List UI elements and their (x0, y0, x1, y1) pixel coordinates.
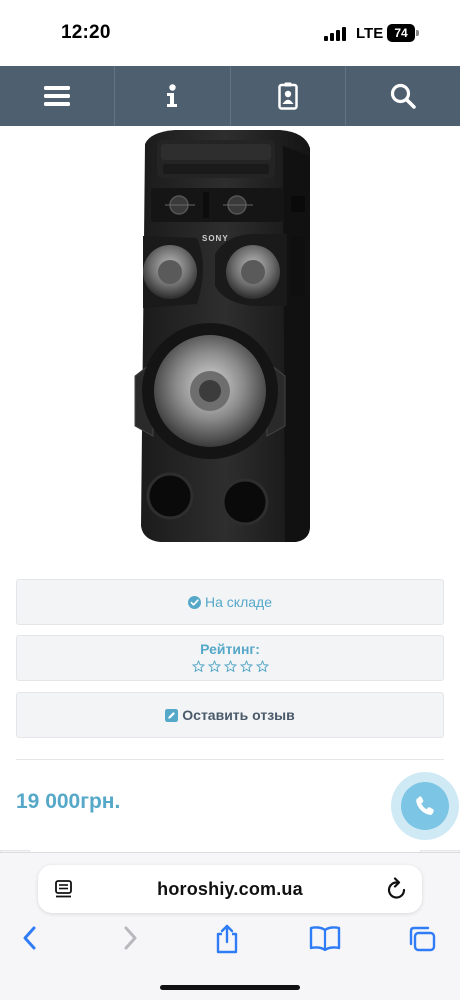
search-icon (390, 83, 416, 109)
leave-review-label: Оставить отзыв (182, 707, 295, 723)
home-indicator (160, 985, 300, 990)
info-button[interactable] (115, 66, 231, 126)
star-icon (223, 660, 237, 673)
stock-status-label: На складе (205, 594, 272, 610)
leave-review-button[interactable]: Оставить отзыв (16, 692, 444, 738)
contact-card-icon (277, 82, 298, 110)
menu-icon (44, 86, 71, 106)
signal-icon (324, 27, 346, 41)
edit-icon (165, 708, 179, 722)
star-icon (207, 660, 221, 673)
address-bar[interactable]: horoshiy.com.ua (38, 865, 422, 913)
url-text: horoshiy.com.ua (157, 879, 303, 899)
contacts-button[interactable] (231, 66, 346, 126)
status-time: 12:20 (61, 22, 111, 43)
share-icon[interactable] (214, 923, 240, 955)
menu-button[interactable] (0, 66, 116, 126)
search-button[interactable] (346, 66, 460, 126)
browser-nav (0, 923, 460, 963)
bookmarks-icon[interactable] (309, 925, 341, 951)
product-price: 19 000грн. (16, 790, 121, 813)
battery-icon: 74 (387, 24, 419, 42)
top-navbar (0, 66, 460, 126)
star-icon (239, 660, 253, 673)
rating-box: Рейтинг: (16, 635, 444, 681)
forward-icon[interactable] (120, 925, 140, 951)
back-icon[interactable] (20, 925, 40, 951)
status-bar: 12:20 LTE 74 (0, 0, 460, 66)
phone-icon (416, 796, 434, 815)
tabs-icon[interactable] (407, 925, 437, 953)
star-icon (191, 660, 205, 673)
browser-toolbar: horoshiy.com.ua (0, 852, 460, 1000)
rating-label: Рейтинг: (200, 641, 260, 657)
reload-icon[interactable] (386, 877, 408, 901)
rating-stars (17, 660, 443, 673)
network-label: LTE (356, 25, 384, 42)
product-image: SONY (134, 130, 310, 542)
stock-status: На складе (16, 579, 444, 625)
call-button[interactable] (401, 782, 449, 830)
battery-level: 74 (387, 24, 415, 42)
divider (16, 759, 444, 760)
info-icon (167, 84, 178, 107)
star-icon (255, 660, 269, 673)
check-circle-icon (188, 595, 201, 609)
sony-logo: SONY (202, 234, 229, 243)
